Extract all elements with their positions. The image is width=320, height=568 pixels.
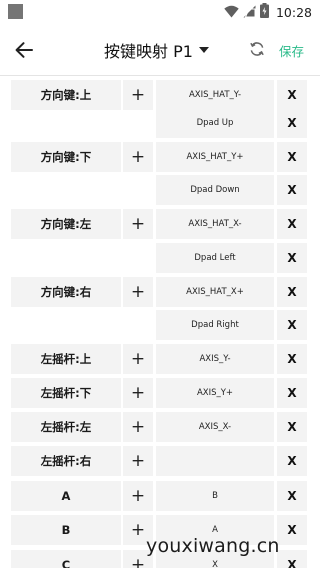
mapping-row: Dpad Down X xyxy=(0,175,320,205)
add-mapping-button[interactable]: + xyxy=(123,481,153,511)
wifi-icon xyxy=(224,3,239,22)
app-bar: 按键映射 P1 保存 xyxy=(0,24,320,76)
delete-mapping-button[interactable]: X xyxy=(277,142,307,172)
delete-mapping-button[interactable]: X xyxy=(277,515,307,545)
mapped-input: AXIS_HAT_X+ xyxy=(156,277,274,307)
key-label: 方向键:上 xyxy=(11,80,121,110)
delete-mapping-button[interactable]: X xyxy=(277,378,307,408)
notification-icon xyxy=(8,4,23,19)
mapped-input: AXIS_HAT_Y- xyxy=(156,80,274,110)
arrow-back-icon xyxy=(15,42,33,58)
mapping-row: 方向键:左 + AXIS_HAT_X- X xyxy=(0,209,320,239)
key-label: 左摇杆:下 xyxy=(11,378,121,408)
mapping-row: Dpad Up X xyxy=(0,108,320,138)
key-label: C xyxy=(11,550,121,568)
key-label: 方向键:右 xyxy=(11,277,121,307)
delete-mapping-button[interactable]: X xyxy=(277,108,307,138)
caret-down-icon xyxy=(198,47,209,53)
add-mapping-button[interactable]: + xyxy=(123,446,153,476)
save-button[interactable]: 保存 xyxy=(279,41,304,60)
delete-mapping-button[interactable]: X xyxy=(277,412,307,442)
delete-mapping-button[interactable]: X xyxy=(277,481,307,511)
delete-mapping-button[interactable]: X xyxy=(277,446,307,476)
mapped-input: Dpad Down xyxy=(156,175,274,205)
mapped-input: AXIS_X- xyxy=(156,412,274,442)
mapping-row: Dpad Left X xyxy=(0,243,320,273)
mapping-row: 左摇杆:右 + X xyxy=(0,446,320,476)
add-mapping-button[interactable]: + xyxy=(123,378,153,408)
status-icons: 10:28 xyxy=(224,2,312,22)
key-label: 左摇杆:右 xyxy=(11,446,121,476)
mapped-input: AXIS_Y+ xyxy=(156,378,274,408)
add-mapping-button[interactable]: + xyxy=(123,412,153,442)
delete-mapping-button[interactable]: X xyxy=(277,344,307,374)
battery-icon xyxy=(259,2,269,22)
delete-mapping-button[interactable]: X xyxy=(277,550,307,568)
add-mapping-button[interactable]: + xyxy=(123,344,153,374)
delete-mapping-button[interactable]: X xyxy=(277,243,307,273)
mapped-input: AXIS_HAT_X- xyxy=(156,209,274,239)
key-label: 方向键:左 xyxy=(11,209,121,239)
mapping-row: 左摇杆:下 + AXIS_Y+ X xyxy=(0,378,320,408)
mapping-row: 方向键:右 + AXIS_HAT_X+ X xyxy=(0,277,320,307)
delete-mapping-button[interactable]: X xyxy=(277,310,307,340)
mapping-row: A + B X xyxy=(0,481,320,511)
delete-mapping-button[interactable]: X xyxy=(277,80,307,110)
status-bar: 10:28 xyxy=(0,0,320,24)
mapping-row: Dpad Right X xyxy=(0,310,320,340)
add-mapping-button[interactable]: + xyxy=(123,277,153,307)
key-label: A xyxy=(11,481,121,511)
signal-icon xyxy=(243,3,256,22)
delete-mapping-button[interactable]: X xyxy=(277,209,307,239)
watermark: youxiwang.cn xyxy=(146,535,280,557)
mapped-input: B xyxy=(156,481,274,511)
reset-button[interactable] xyxy=(246,37,268,61)
add-mapping-button[interactable]: + xyxy=(123,80,153,110)
back-button[interactable] xyxy=(10,37,38,63)
add-mapping-button[interactable]: + xyxy=(123,142,153,172)
refresh-icon xyxy=(250,42,264,56)
mapped-input: AXIS_Y- xyxy=(156,344,274,374)
add-mapping-button[interactable]: + xyxy=(123,209,153,239)
mapped-input xyxy=(156,446,274,476)
mapping-row: 左摇杆:左 + AXIS_X- X xyxy=(0,412,320,442)
mapping-row: 方向键:下 + AXIS_HAT_Y+ X xyxy=(0,142,320,172)
key-label: 左摇杆:上 xyxy=(11,344,121,374)
key-label: 左摇杆:左 xyxy=(11,412,121,442)
delete-mapping-button[interactable]: X xyxy=(277,175,307,205)
key-label: 方向键:下 xyxy=(11,142,121,172)
clock: 10:28 xyxy=(275,4,312,20)
mapping-row: 方向键:上 + AXIS_HAT_Y- X xyxy=(0,80,320,110)
delete-mapping-button[interactable]: X xyxy=(277,277,307,307)
mapping-row: 左摇杆:上 + AXIS_Y- X xyxy=(0,344,320,374)
mapping-list: 方向键:上 + AXIS_HAT_Y- X Dpad Up X 方向键:下 + … xyxy=(0,76,320,568)
page-title: 按键映射 P1 xyxy=(104,42,193,61)
key-label: B xyxy=(11,515,121,545)
player-selector[interactable]: 按键映射 P1 xyxy=(104,38,209,62)
mapped-input: Dpad Right xyxy=(156,310,274,340)
mapped-input: Dpad Up xyxy=(156,108,274,138)
mapped-input: AXIS_HAT_Y+ xyxy=(156,142,274,172)
mapped-input: Dpad Left xyxy=(156,243,274,273)
